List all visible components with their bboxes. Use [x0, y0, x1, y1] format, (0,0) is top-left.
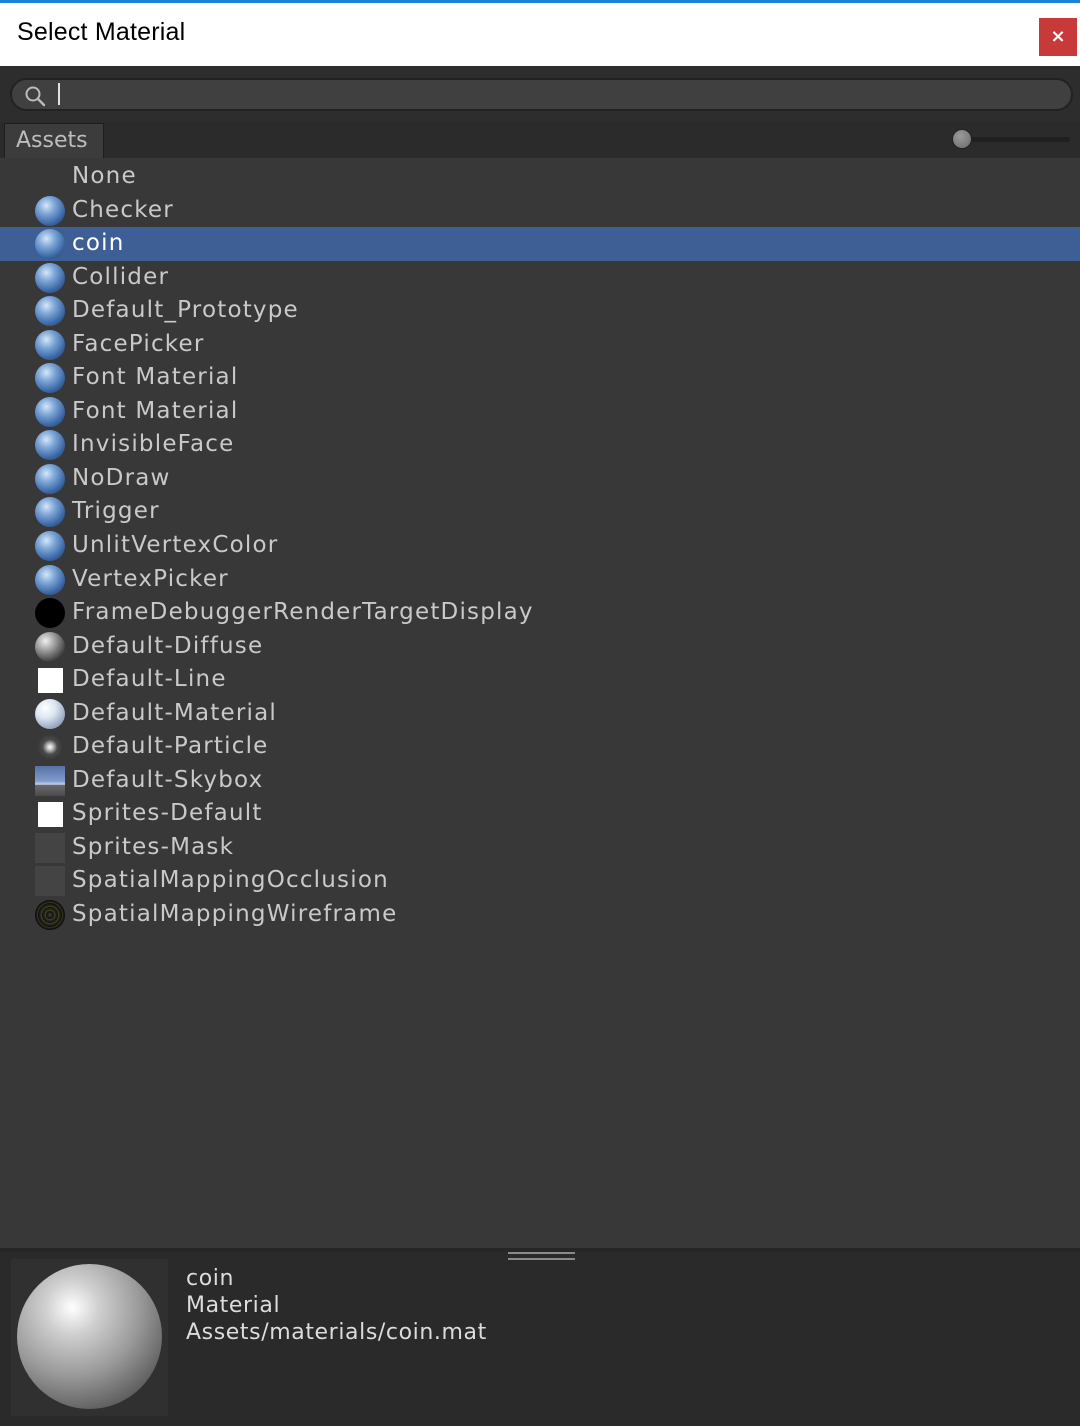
- tab-bar: [0, 122, 1080, 158]
- preview-size-slider[interactable]: [958, 137, 1070, 142]
- blue-sphere-icon: [35, 296, 65, 327]
- blue-sphere-icon: [35, 564, 65, 595]
- list-item-label: FrameDebuggerRenderTargetDisplay: [72, 599, 534, 626]
- slider-thumb[interactable]: [952, 129, 972, 149]
- list-item-label: InvisibleFace: [72, 431, 235, 458]
- black-sphere-icon: [35, 598, 65, 629]
- list-item[interactable]: Default_Prototype: [0, 294, 1080, 328]
- list-item[interactable]: Collider: [0, 261, 1080, 295]
- list-item-label: FacePicker: [72, 330, 205, 357]
- list-item[interactable]: Font Material: [0, 361, 1080, 395]
- list-item[interactable]: Default-Skybox: [0, 764, 1080, 798]
- list-item-label: UnlitVertexColor: [72, 532, 279, 559]
- list-item[interactable]: Default-Line: [0, 663, 1080, 697]
- list-item[interactable]: None: [0, 160, 1080, 194]
- list-item[interactable]: Checker: [0, 194, 1080, 228]
- list-item-label: NoDraw: [72, 464, 171, 491]
- wireframe-sphere-icon: [35, 900, 65, 931]
- particle-icon: [35, 732, 65, 763]
- list-item-label: Font Material: [72, 364, 239, 391]
- tab-assets[interactable]: Assets: [4, 123, 104, 158]
- blue-sphere-icon: [35, 497, 65, 528]
- preview-path: Assets/materials/coin.mat: [186, 1320, 487, 1345]
- list-item[interactable]: FrameDebuggerRenderTargetDisplay: [0, 596, 1080, 630]
- material-list[interactable]: None Checker coin Collider Default_Prototype…: [0, 160, 1080, 932]
- title-bar[interactable]: Select Material ×: [0, 3, 1080, 66]
- list-item-label: Collider: [72, 263, 170, 290]
- list-item[interactable]: UnlitVertexColor: [0, 529, 1080, 563]
- preview-type: Material: [186, 1293, 281, 1318]
- blue-sphere-icon: [35, 229, 65, 260]
- list-item-label: Checker: [72, 196, 174, 223]
- list-item-label: Default-Particle: [72, 733, 269, 760]
- list-item[interactable]: NoDraw: [0, 462, 1080, 496]
- list-item[interactable]: VertexPicker: [0, 563, 1080, 597]
- list-item[interactable]: InvisibleFace: [0, 428, 1080, 462]
- blue-sphere-icon: [35, 430, 65, 461]
- preview-sphere-icon: [17, 1264, 162, 1409]
- list-item[interactable]: Sprites-Mask: [0, 831, 1080, 865]
- list-item[interactable]: Default-Diffuse: [0, 630, 1080, 664]
- blue-sphere-icon: [35, 363, 65, 394]
- list-item-label: Default_Prototype: [72, 297, 299, 324]
- blue-sphere-icon: [35, 195, 65, 226]
- blue-sphere-icon: [35, 531, 65, 562]
- blue-sphere-icon: [35, 262, 65, 293]
- list-item[interactable]: Default-Particle: [0, 730, 1080, 764]
- list-item-label: coin: [72, 230, 125, 257]
- list-item[interactable]: Font Material: [0, 395, 1080, 429]
- list-item[interactable]: FacePicker: [0, 328, 1080, 362]
- list-item[interactable]: Trigger: [0, 495, 1080, 529]
- close-button[interactable]: ×: [1039, 18, 1077, 56]
- list-item[interactable]: coin: [0, 227, 1080, 261]
- white-square-icon: [38, 668, 63, 694]
- list-item[interactable]: Sprites-Default: [0, 797, 1080, 831]
- list-item[interactable]: Default-Material: [0, 697, 1080, 731]
- search-input[interactable]: [10, 78, 1073, 111]
- search-icon: [25, 86, 46, 107]
- blue-sphere-icon: [35, 463, 65, 494]
- white-square-icon: [38, 802, 63, 828]
- list-item-label: SpatialMappingWireframe: [72, 901, 398, 928]
- list-item-label: SpatialMappingOcclusion: [72, 867, 389, 894]
- blue-sphere-icon: [35, 329, 65, 360]
- skybox-icon: [35, 765, 65, 796]
- dark-square-icon: [35, 866, 65, 897]
- list-item-label: Default-Line: [72, 666, 227, 693]
- splitter-grip-icon[interactable]: [508, 1252, 575, 1260]
- list-item-label: Sprites-Default: [72, 800, 263, 827]
- preview-name: coin: [186, 1266, 235, 1291]
- list-item-label: Default-Material: [72, 699, 277, 726]
- list-item-label: Default-Diffuse: [72, 632, 264, 659]
- dark-square-icon: [35, 832, 65, 863]
- light-sphere-icon: [35, 698, 65, 729]
- list-item-label: Sprites-Mask: [72, 833, 235, 860]
- list-item[interactable]: SpatialMappingOcclusion: [0, 864, 1080, 898]
- list-item-label: VertexPicker: [72, 565, 229, 592]
- gray-sphere-icon: [35, 631, 65, 662]
- blue-sphere-icon: [35, 396, 65, 427]
- list-item-label: Default-Skybox: [72, 766, 264, 793]
- list-item-label: Trigger: [72, 498, 160, 525]
- window-title: Select Material: [17, 18, 186, 46]
- text-caret: [58, 83, 60, 105]
- list-item-label: None: [72, 163, 137, 189]
- list-item[interactable]: SpatialMappingWireframe: [0, 898, 1080, 932]
- list-item-label: Font Material: [72, 397, 239, 424]
